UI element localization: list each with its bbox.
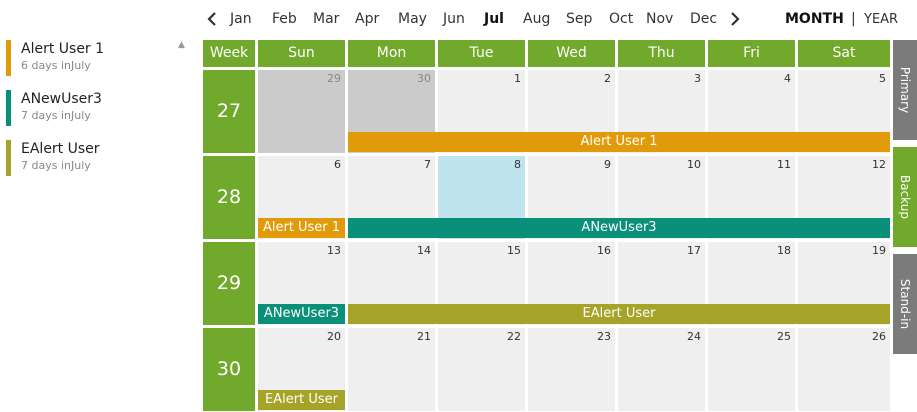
day-number: 14 bbox=[417, 244, 431, 257]
day-number: 23 bbox=[597, 330, 611, 343]
week-number-27: 27 bbox=[203, 70, 255, 153]
event-bar[interactable]: Alert User 1 bbox=[258, 218, 345, 238]
day-number: 6 bbox=[334, 158, 341, 171]
day-cell[interactable]: 29 bbox=[258, 70, 345, 153]
day-header-wed: Wed bbox=[528, 40, 615, 67]
tab-stand-in[interactable]: Stand-in bbox=[893, 254, 917, 354]
legend-item-name: EAlert User bbox=[21, 141, 100, 157]
day-header-mon: Mon bbox=[348, 40, 435, 67]
day-number: 20 bbox=[327, 330, 341, 343]
event-bar[interactable]: ANewUser3 bbox=[348, 218, 890, 238]
chevron-right-icon[interactable] bbox=[730, 12, 740, 26]
event-bar[interactable]: EAlert User bbox=[258, 390, 345, 410]
day-number: 12 bbox=[872, 158, 886, 171]
day-number: 25 bbox=[777, 330, 791, 343]
day-number: 17 bbox=[687, 244, 701, 257]
month-aug[interactable]: Aug bbox=[523, 11, 550, 27]
day-header-sun: Sun bbox=[258, 40, 345, 67]
day-cell[interactable]: 25 bbox=[708, 328, 795, 411]
view-separator: | bbox=[851, 11, 856, 27]
month-dec[interactable]: Dec bbox=[690, 11, 717, 27]
day-number: 29 bbox=[327, 72, 341, 85]
chevron-left-icon[interactable] bbox=[207, 12, 217, 26]
day-header-tue: Tue bbox=[438, 40, 525, 67]
month-oct[interactable]: Oct bbox=[609, 11, 633, 27]
day-number: 22 bbox=[507, 330, 521, 343]
day-number: 5 bbox=[879, 72, 886, 85]
month-jun[interactable]: Jun bbox=[443, 11, 465, 27]
event-bar[interactable]: ANewUser3 bbox=[258, 304, 345, 324]
legend-item-anewuser3[interactable]: ANewUser3 7 days inJuly bbox=[6, 90, 166, 126]
day-number: 3 bbox=[694, 72, 701, 85]
day-number: 1 bbox=[514, 72, 521, 85]
day-header-sat: Sat bbox=[798, 40, 890, 67]
day-number: 9 bbox=[604, 158, 611, 171]
day-number: 7 bbox=[424, 158, 431, 171]
day-header-thu: Thu bbox=[618, 40, 705, 67]
view-month-button[interactable]: MONTH bbox=[785, 11, 844, 27]
day-number: 2 bbox=[604, 72, 611, 85]
legend-color-bar bbox=[6, 140, 11, 176]
scroll-up-icon[interactable]: ▲ bbox=[178, 40, 185, 50]
day-number: 26 bbox=[872, 330, 886, 343]
tab-label: Stand-in bbox=[898, 278, 912, 330]
day-number: 11 bbox=[777, 158, 791, 171]
day-cell[interactable]: 22 bbox=[438, 328, 525, 411]
month-may[interactable]: May bbox=[398, 11, 427, 27]
legend-item-name: ANewUser3 bbox=[21, 91, 102, 107]
tab-label: Primary bbox=[898, 66, 912, 114]
legend-item-days: 6 days inJuly bbox=[21, 59, 91, 72]
day-number: 18 bbox=[777, 244, 791, 257]
legend-color-bar bbox=[6, 40, 11, 76]
day-number: 30 bbox=[417, 72, 431, 85]
day-number: 8 bbox=[514, 158, 521, 171]
day-number: 19 bbox=[872, 244, 886, 257]
month-nov[interactable]: Nov bbox=[646, 11, 673, 27]
day-number: 21 bbox=[417, 330, 431, 343]
week-column-header: Week bbox=[203, 40, 255, 67]
tab-backup[interactable]: Backup bbox=[893, 147, 917, 247]
day-cell[interactable]: 26 bbox=[798, 328, 890, 411]
month-jul[interactable]: Jul bbox=[484, 11, 504, 27]
day-header-fri: Fri bbox=[708, 40, 795, 67]
month-jan[interactable]: Jan bbox=[230, 11, 252, 27]
day-cell[interactable]: 23 bbox=[528, 328, 615, 411]
week-number-30: 30 bbox=[203, 328, 255, 411]
month-mar[interactable]: Mar bbox=[313, 11, 339, 27]
legend-item-ealert-user[interactable]: EAlert User 7 days inJuly bbox=[6, 140, 166, 176]
week-number-28: 28 bbox=[203, 156, 255, 239]
day-cell[interactable]: 24 bbox=[618, 328, 705, 411]
legend-item-alert-user-1[interactable]: Alert User 1 6 days inJuly bbox=[6, 40, 166, 76]
month-sep[interactable]: Sep bbox=[566, 11, 592, 27]
tab-primary[interactable]: Primary bbox=[893, 40, 917, 140]
month-feb[interactable]: Feb bbox=[272, 11, 297, 27]
week-number-29: 29 bbox=[203, 242, 255, 325]
view-year-button[interactable]: YEAR bbox=[864, 12, 898, 27]
event-bar[interactable]: Alert User 1 bbox=[348, 132, 890, 152]
day-number: 13 bbox=[327, 244, 341, 257]
day-number: 24 bbox=[687, 330, 701, 343]
legend-item-name: Alert User 1 bbox=[21, 41, 105, 57]
legend-item-days: 7 days inJuly bbox=[21, 109, 91, 122]
day-cell[interactable]: 21 bbox=[348, 328, 435, 411]
legend-item-days: 7 days inJuly bbox=[21, 159, 91, 172]
event-bar[interactable]: EAlert User bbox=[348, 304, 890, 324]
tab-label: Backup bbox=[898, 175, 912, 219]
legend-color-bar bbox=[6, 90, 11, 126]
day-number: 4 bbox=[784, 72, 791, 85]
day-number: 16 bbox=[597, 244, 611, 257]
day-number: 10 bbox=[687, 158, 701, 171]
month-apr[interactable]: Apr bbox=[355, 11, 379, 27]
day-number: 15 bbox=[507, 244, 521, 257]
